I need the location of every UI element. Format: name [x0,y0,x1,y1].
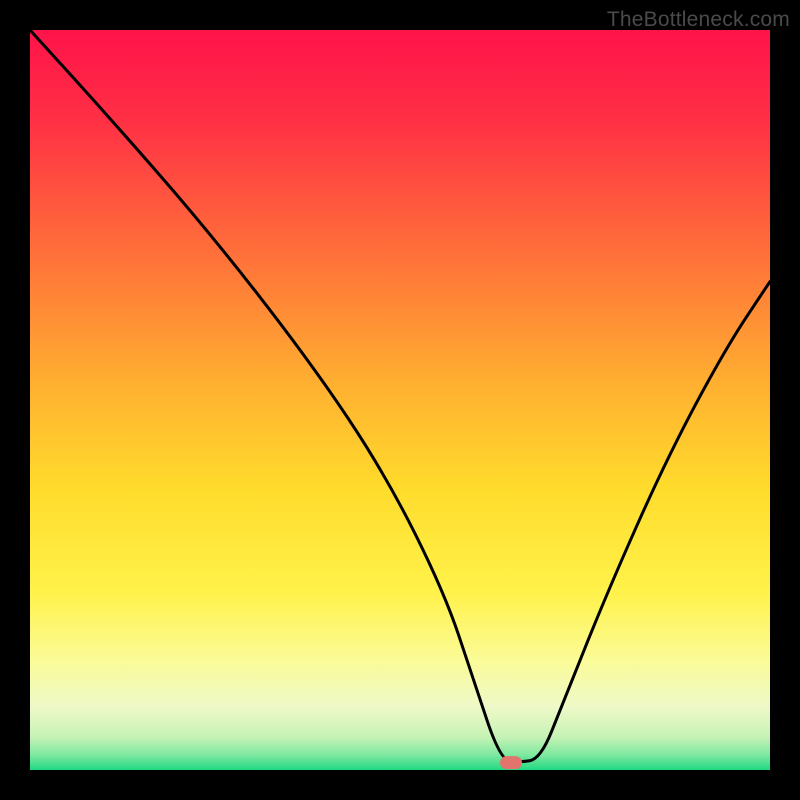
gradient-background [30,30,770,770]
chart-container: TheBottleneck.com [0,0,800,800]
watermark-text: TheBottleneck.com [607,8,790,32]
chart-svg [30,30,770,770]
plot-area [30,30,770,770]
optimum-marker [500,756,522,769]
